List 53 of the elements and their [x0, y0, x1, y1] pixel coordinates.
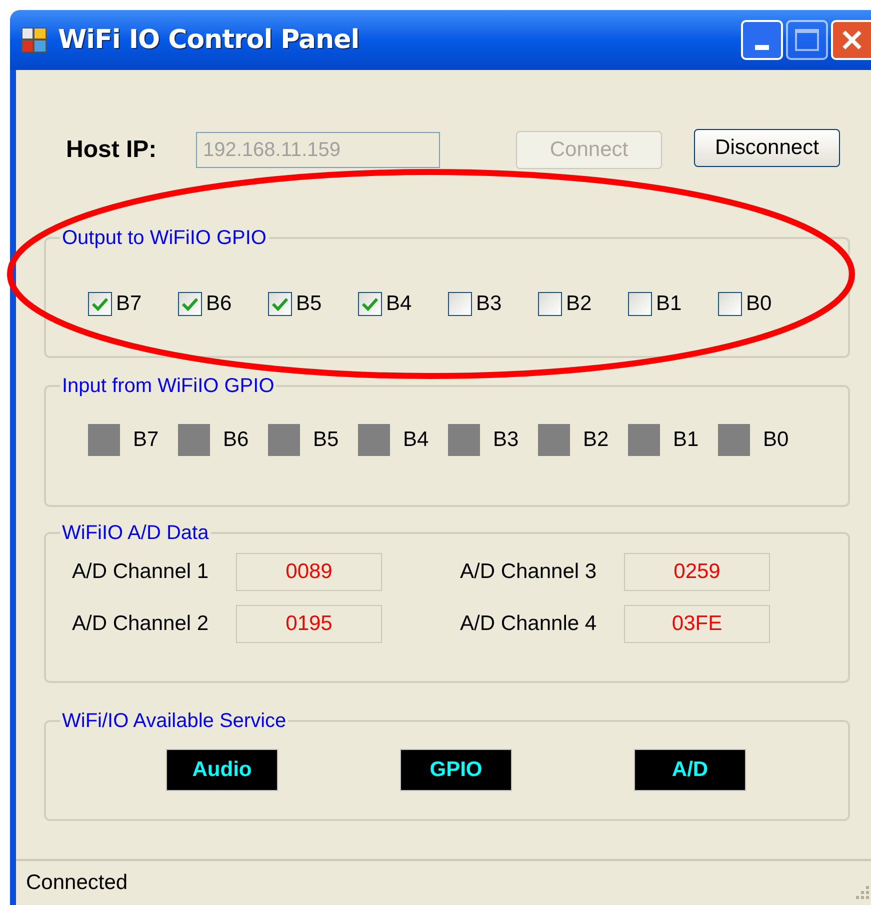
bit-label: B6 — [206, 291, 232, 317]
service-indicator: Audio — [166, 749, 278, 791]
group-title: Input from WiFiIO GPIO — [61, 374, 276, 398]
bit-checkbox[interactable] — [268, 292, 292, 316]
bit-label: B5 — [313, 427, 339, 454]
check-icon — [182, 296, 198, 311]
close-icon — [841, 29, 863, 51]
check-icon — [272, 296, 288, 311]
bit-label: B3 — [493, 427, 519, 454]
group-title: WiFiIO A/D Data — [61, 521, 210, 545]
bit-label: B4 — [403, 427, 429, 454]
maximize-button[interactable] — [786, 20, 828, 60]
bit-label: B7 — [133, 427, 159, 454]
bit-checkbox[interactable] — [358, 292, 382, 316]
bit-label: B6 — [223, 427, 249, 454]
host-ip-label: Host IP: — [66, 135, 158, 165]
service-indicator: GPIO — [400, 749, 512, 791]
minimize-button[interactable] — [741, 20, 783, 60]
bit-label: B7 — [116, 291, 142, 317]
bit-label: B1 — [673, 427, 699, 454]
status-text: Connected — [26, 870, 128, 896]
channel-label: A/D Channel 2 — [72, 611, 210, 638]
bit-checkbox[interactable] — [718, 292, 742, 316]
bit-checkbox[interactable] — [448, 292, 472, 316]
bit-label: B5 — [296, 291, 322, 317]
bit-label: B1 — [656, 291, 682, 317]
bit-label: B2 — [583, 427, 609, 454]
bit-label: B0 — [746, 291, 772, 317]
bit-checkbox[interactable] — [538, 292, 562, 316]
channel-label: A/D Channle 4 — [460, 611, 598, 638]
disconnect-button[interactable]: Disconnect — [694, 129, 840, 167]
bit-checkbox[interactable] — [88, 292, 112, 316]
check-icon — [92, 296, 108, 311]
close-button[interactable] — [831, 20, 871, 60]
channel-value-field: 03FE — [624, 605, 770, 643]
bit-label: B2 — [566, 291, 592, 317]
channel-value-field: 0259 — [624, 553, 770, 591]
service-indicator: A/D — [634, 749, 746, 791]
check-icon — [362, 296, 378, 311]
channel-label: A/D Channel 1 — [72, 559, 210, 586]
channel-value-field: 0195 — [236, 605, 382, 643]
bit-checkbox[interactable] — [178, 292, 202, 316]
app-icon — [20, 26, 48, 54]
bit-label: B0 — [763, 427, 789, 454]
bit-label: B3 — [476, 291, 502, 317]
group-title: WiFi/IO Available Service — [61, 709, 288, 733]
channel-value-field: 0089 — [236, 553, 382, 591]
group-title: Output to WiFiIO GPIO — [61, 226, 268, 250]
window-title: WiFi IO Control Panel — [58, 24, 360, 56]
resize-grip-icon — [853, 883, 871, 901]
bit-checkbox[interactable] — [628, 292, 652, 316]
bit-label: B4 — [386, 291, 412, 317]
channel-label: A/D Channel 3 — [460, 559, 598, 586]
